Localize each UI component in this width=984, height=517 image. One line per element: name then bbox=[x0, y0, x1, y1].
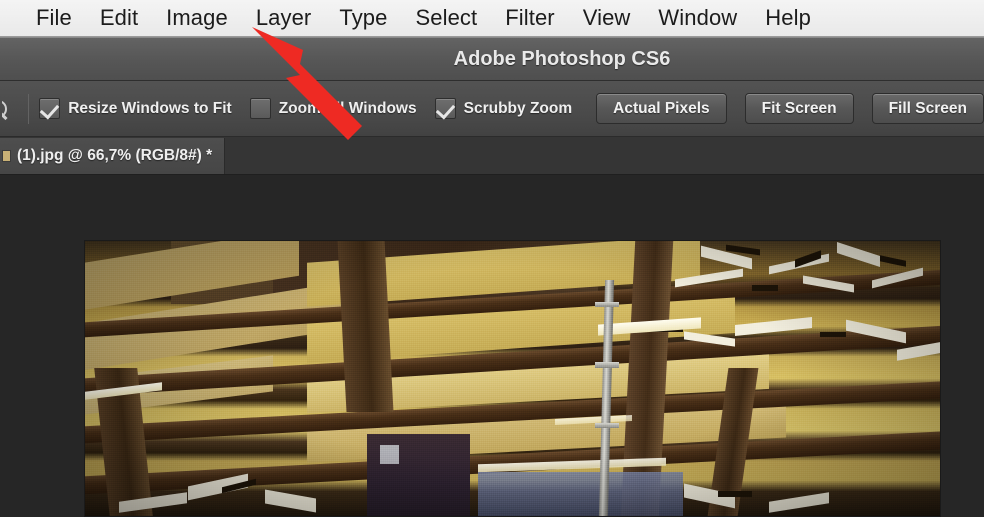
checkbox-label-scrubby-zoom: Scrubby Zoom bbox=[463, 99, 573, 117]
photoshop-window: File Edit Image Layer Type Select Filter… bbox=[0, 0, 984, 517]
menu-item-type[interactable]: Type bbox=[325, 7, 401, 29]
menu-item-file[interactable]: File bbox=[22, 7, 86, 29]
checkbox-box-scrubby-zoom[interactable] bbox=[434, 98, 456, 119]
fit-screen-button[interactable]: Fit Screen bbox=[744, 93, 854, 124]
document-tab-bar: (1).jpg @ 66,7% (RGB/8#) * bbox=[0, 137, 984, 175]
menu-item-edit[interactable]: Edit bbox=[86, 7, 152, 29]
zoom-all-windows-checkbox[interactable]: Zoom All Windows bbox=[249, 98, 417, 119]
image-canvas[interactable] bbox=[84, 240, 941, 517]
menu-item-window[interactable]: Window bbox=[644, 7, 751, 29]
fill-screen-button[interactable]: Fill Screen bbox=[871, 93, 984, 124]
app-title: Adobe Photoshop CS6 bbox=[453, 47, 671, 70]
tool-options-bar: Resize Windows to Fit Zoom All Windows S… bbox=[0, 81, 984, 137]
checkbox-box-zoom-all-windows[interactable] bbox=[249, 98, 271, 119]
checkbox-box-resize-windows[interactable] bbox=[39, 98, 61, 119]
checkbox-label-zoom-all-windows: Zoom All Windows bbox=[278, 99, 417, 117]
zoom-magnifier-icon[interactable] bbox=[2, 89, 24, 129]
menu-bar: File Edit Image Layer Type Select Filter… bbox=[0, 0, 984, 37]
menu-item-select[interactable]: Select bbox=[401, 7, 491, 29]
checkbox-label-resize-windows: Resize Windows to Fit bbox=[68, 99, 232, 117]
ceiling-photograph bbox=[85, 241, 940, 516]
actual-pixels-button[interactable]: Actual Pixels bbox=[596, 93, 727, 124]
document-canvas-area[interactable] bbox=[0, 175, 984, 517]
document-tab[interactable]: (1).jpg @ 66,7% (RGB/8#) * bbox=[0, 138, 226, 174]
menu-item-help[interactable]: Help bbox=[751, 7, 825, 29]
menu-item-view[interactable]: View bbox=[569, 7, 645, 29]
scrubby-zoom-checkbox[interactable]: Scrubby Zoom bbox=[434, 98, 573, 119]
document-thumbnail-icon bbox=[2, 150, 11, 162]
resize-windows-to-fit-checkbox[interactable]: Resize Windows to Fit bbox=[39, 98, 232, 119]
document-tab-label: (1).jpg @ 66,7% (RGB/8#) * bbox=[17, 147, 213, 164]
options-divider bbox=[28, 93, 30, 124]
menu-item-filter[interactable]: Filter bbox=[491, 7, 569, 29]
title-bar: Adobe Photoshop CS6 bbox=[0, 37, 984, 81]
menu-item-layer[interactable]: Layer bbox=[242, 7, 326, 29]
menu-item-image[interactable]: Image bbox=[152, 7, 242, 29]
